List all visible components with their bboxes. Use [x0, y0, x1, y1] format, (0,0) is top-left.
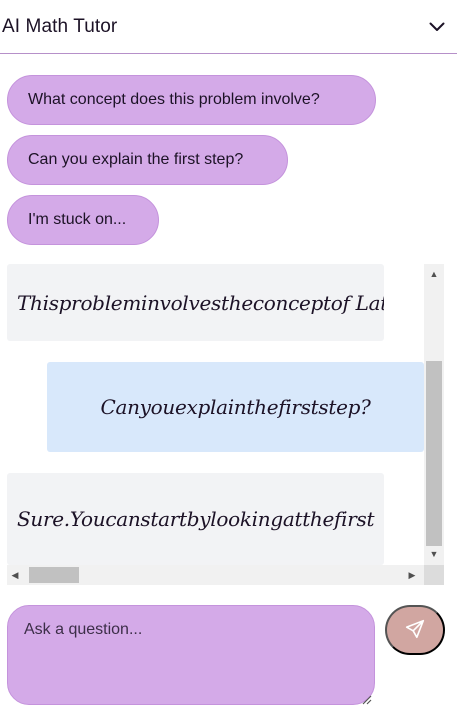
suggestion-concept-button[interactable]: What concept does this problem involve?	[7, 75, 376, 125]
scroll-left-arrow-icon[interactable]: ◀	[7, 567, 23, 583]
chat-messages[interactable]: Thisprobleminvolvestheconceptof Lat Cany…	[7, 264, 444, 585]
user-message: Canyouexplainthefirststep?	[47, 362, 424, 452]
scroll-right-arrow-icon[interactable]: ▶	[404, 567, 420, 583]
scroll-down-arrow-icon[interactable]: ▼	[424, 546, 444, 562]
horizontal-scrollbar[interactable]: ◀ ▶	[7, 565, 424, 585]
question-input[interactable]	[7, 605, 375, 705]
ai-message: Sure.Youcanstartbylookingatthefirst	[7, 473, 384, 565]
scroll-up-arrow-icon[interactable]: ▲	[424, 266, 444, 282]
suggestion-first-step-button[interactable]: Can you explain the first step?	[7, 135, 288, 185]
suggestion-stuck-button[interactable]: I'm stuck on...	[7, 195, 159, 245]
resize-grip-icon[interactable]	[360, 692, 372, 705]
vertical-scrollbar[interactable]: ▲ ▼	[424, 264, 444, 565]
chat-viewport: Thisprobleminvolvestheconceptof Lat Cany…	[7, 264, 424, 565]
scrollbar-corner	[424, 565, 444, 585]
paper-plane-icon	[404, 618, 426, 643]
chevron-down-icon[interactable]	[417, 2, 457, 52]
page-title: AI Math Tutor	[2, 15, 118, 37]
chat-header: AI Math Tutor	[0, 0, 457, 54]
send-button[interactable]	[385, 605, 445, 655]
vertical-scroll-thumb[interactable]	[426, 361, 442, 546]
horizontal-scroll-thumb[interactable]	[29, 567, 79, 583]
ai-message: Thisprobleminvolvestheconceptof Lat	[7, 264, 384, 341]
